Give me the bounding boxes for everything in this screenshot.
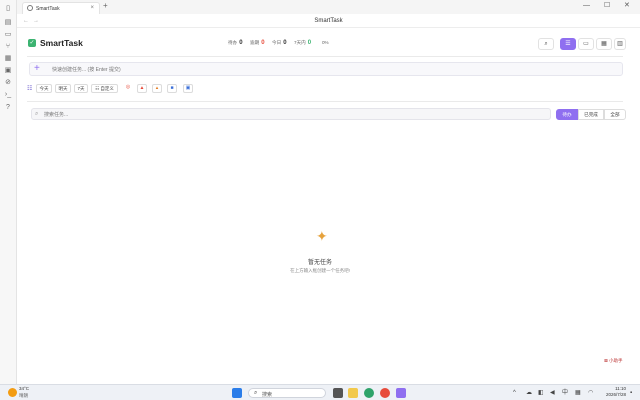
tab-bar: SmartTask × + — ☐ ✕ [17, 0, 640, 14]
weather-icon[interactable] [8, 388, 17, 397]
stat-label: 待办 [228, 40, 238, 45]
start-menu-icon[interactable] [232, 388, 242, 398]
stat-value: 0 [307, 40, 312, 46]
stat-week: 7天内 0 [294, 40, 311, 46]
tag-filter-icon[interactable]: ◎ [123, 84, 133, 93]
calendar-view-icon[interactable]: ▦ [596, 38, 612, 50]
tab-pending[interactable]: 待办 [556, 109, 578, 120]
calendar-icon[interactable]: ▣ [4, 67, 12, 74]
ime-indicator[interactable]: 中 [562, 389, 568, 397]
stat-value: 0 [239, 40, 243, 46]
globe-icon [27, 5, 33, 11]
sidebar-toggle-icon[interactable]: ▯ [4, 5, 12, 12]
tab-completed[interactable]: 已完成 [578, 109, 604, 120]
folder-icon[interactable]: ▭ [578, 38, 594, 50]
help-icon[interactable]: ? [4, 104, 12, 111]
divider [27, 56, 623, 57]
filter-7days-button[interactable]: 7天 [74, 84, 88, 93]
tab-smarttask[interactable]: SmartTask × [22, 2, 100, 14]
quick-create-bar: + [29, 62, 623, 76]
weather-temp: 34°C [19, 386, 30, 391]
task-search-box: ⌕ [31, 108, 551, 120]
apps-icon[interactable]: ▦ [575, 389, 581, 397]
tab-all[interactable]: 全部 [604, 109, 626, 120]
window-title: SmartTask [314, 18, 343, 24]
stat-today: 今日 0 [272, 40, 287, 46]
speaker-icon[interactable]: ◀ [550, 389, 555, 397]
maximize-button[interactable]: ☐ [604, 2, 610, 10]
smarttask-app-icon[interactable] [396, 388, 406, 398]
add-icon[interactable]: + [34, 64, 40, 74]
filter-tomorrow-button[interactable]: 明天 [55, 84, 71, 93]
search-icon: ⌕ [35, 111, 39, 117]
notification-icon[interactable]: ▪ [630, 389, 632, 397]
quick-create-input[interactable] [52, 65, 452, 74]
stat-pending: 待办 0 [228, 40, 243, 46]
clock[interactable]: 11:10 2026/7/28 [604, 386, 626, 398]
image-filter-icon[interactable]: ▣ [183, 84, 193, 93]
close-window-button[interactable]: ✕ [624, 2, 630, 10]
windows-taskbar: 34°C 晴朗 ⌕ 搜索 ^ ☁ ◧ ◀ 中 ▦ ◠ 11:10 2026/7/… [0, 384, 640, 400]
link-icon[interactable]: ⊘ [4, 79, 12, 86]
app-logo-check-icon: ✓ [28, 39, 36, 47]
search-icon: ⌕ [254, 390, 258, 396]
task-search-input[interactable] [44, 111, 344, 118]
search-icon[interactable]: ⌕ [538, 38, 554, 50]
brand-title: SmartTask [40, 38, 83, 48]
document-icon[interactable]: ▭ [4, 31, 12, 38]
tray-chevron-icon[interactable]: ^ [513, 389, 516, 397]
empty-state-subtitle: 在上方输入框创建一个任务吧! [290, 268, 350, 273]
stat-value: 0 [261, 40, 265, 46]
stat-percent: 0% [322, 40, 329, 45]
priority-medium-icon[interactable]: ▴ [152, 84, 162, 93]
cloud-icon[interactable]: ☁ [526, 389, 532, 397]
title-bar: ← → SmartTask [17, 14, 640, 28]
task-view-icon[interactable] [333, 388, 343, 398]
network-icon[interactable]: ◧ [538, 389, 544, 397]
stat-overdue: 逾期 0 [250, 40, 265, 46]
taskbar-search-label: 搜索 [262, 392, 273, 398]
filter-today-button[interactable]: 今天 [36, 84, 52, 93]
branch-icon[interactable]: ⑂ [4, 43, 12, 50]
minimize-button[interactable]: — [583, 2, 590, 10]
clock-date: 2026/7/28 [605, 392, 626, 397]
taskbar-search[interactable]: ⌕ 搜索 [248, 388, 326, 398]
chrome-browser-icon[interactable] [380, 388, 390, 398]
priority-high-icon[interactable]: ▲ [137, 84, 147, 93]
list-view-icon[interactable]: ☰ [560, 38, 576, 50]
stats-icon[interactable]: ▥ [614, 38, 626, 50]
empty-state-title: 暂无任务 [307, 260, 332, 266]
files-icon[interactable]: ▤ [4, 19, 12, 26]
wifi-icon[interactable]: ◠ [588, 389, 593, 397]
assistant-badge[interactable]: ⊠ 小助手 [604, 358, 623, 364]
priority-low-icon[interactable]: ■ [167, 84, 177, 93]
stat-label: 逾期 [250, 40, 260, 45]
filter-custom-button[interactable]: ☷ 自定义 [91, 84, 118, 93]
grid-icon[interactable]: ▦ [4, 55, 12, 62]
weather-desc: 晴朗 [19, 393, 28, 398]
stat-label: 今日 [272, 40, 282, 45]
stat-label: 7天内 [294, 40, 306, 45]
new-tab-button[interactable]: + [103, 2, 108, 10]
calendar-filter-icon: ☷ [27, 86, 33, 92]
tab-label: SmartTask [36, 6, 60, 12]
stat-value: 0 [283, 40, 287, 46]
left-sidebar: ▯ ▤ ▭ ⑂ ▦ ▣ ⊘ ›_ ? [0, 0, 17, 384]
terminal-icon[interactable]: ›_ [4, 91, 12, 98]
party-popper-icon: ✦ [316, 228, 328, 244]
file-explorer-icon[interactable] [348, 388, 358, 398]
tab-close-icon[interactable]: × [90, 5, 94, 11]
divider [27, 101, 623, 102]
edge-browser-icon[interactable] [364, 388, 374, 398]
